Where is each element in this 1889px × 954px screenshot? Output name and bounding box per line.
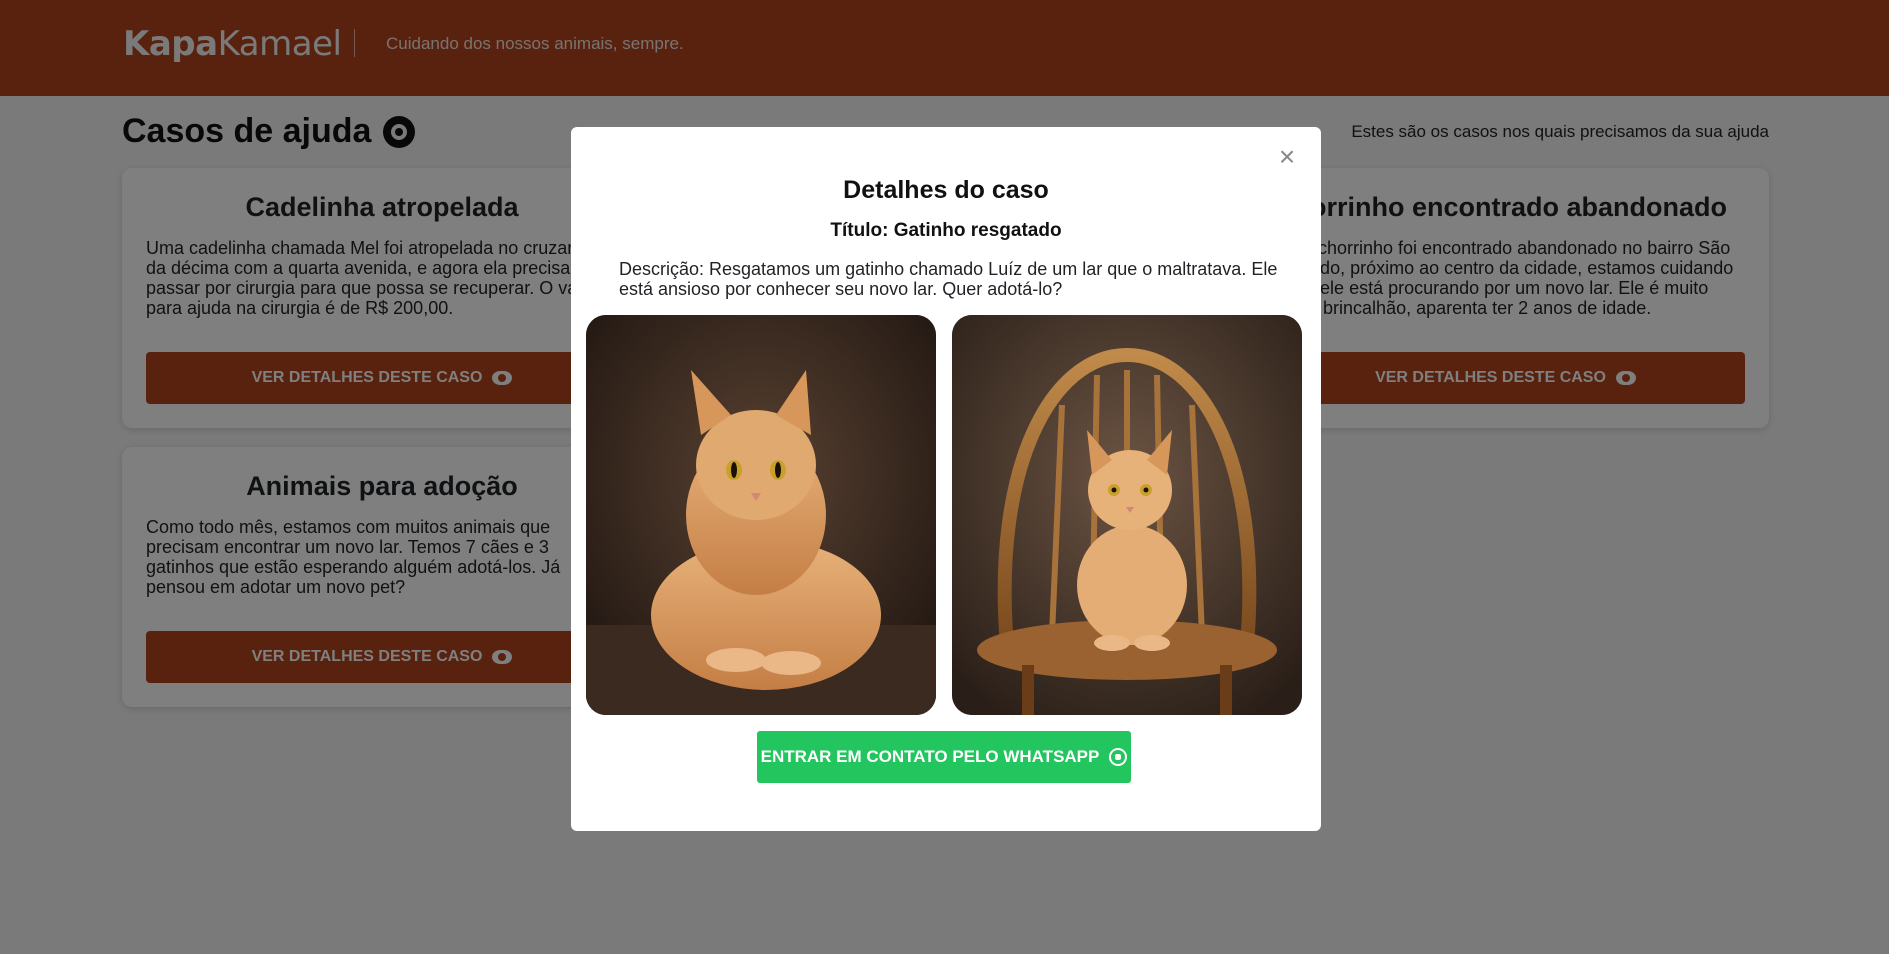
whatsapp-icon (1109, 748, 1128, 766)
cat-photo (952, 315, 1302, 715)
cat-photo (586, 315, 936, 715)
close-icon[interactable]: × (1275, 143, 1299, 171)
modal-case-title: Título: Gatinho resgatado (830, 220, 1062, 241)
whatsapp-contact-button[interactable]: ENTRAR EM CONTATO PELO WHATSAPP (757, 731, 1131, 783)
case-details-modal: × Detalhes do caso Título: Gatinho resga… (571, 127, 1321, 831)
modal-case-description: Descrição: Resgatamos um gatinho chamado… (619, 259, 1278, 299)
modal-heading: Detalhes do caso (843, 176, 1049, 204)
